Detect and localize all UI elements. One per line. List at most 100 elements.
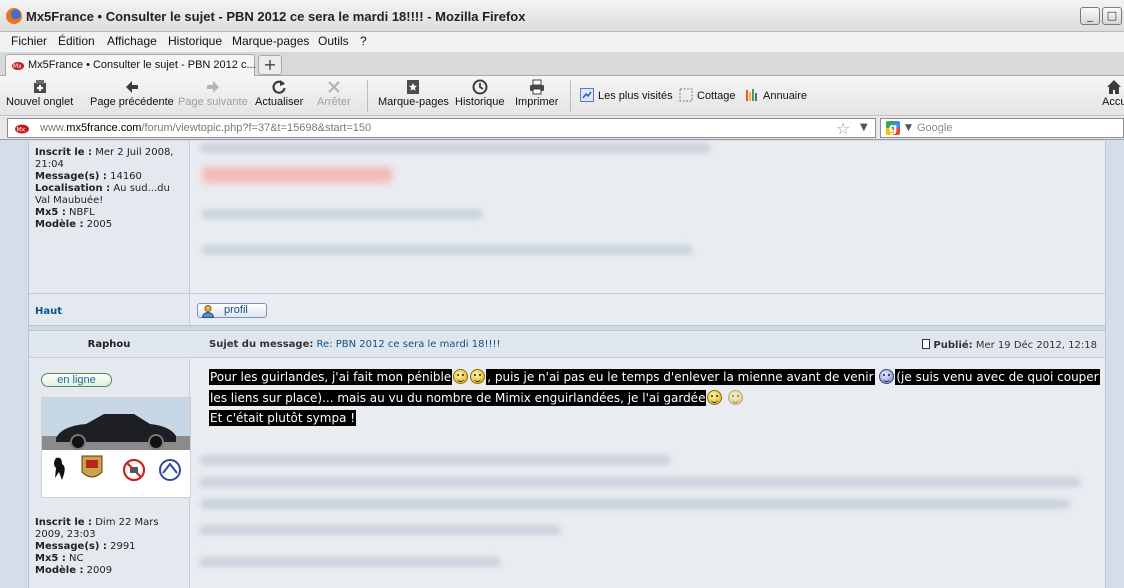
bookmark-label: Les plus visités [598, 90, 673, 102]
profile-button[interactable]: profil [197, 303, 267, 318]
address-row: Mx www.mx5france.com/forum/viewtopic.php… [0, 116, 1124, 140]
page-content: Inscrit le : Mer 2 Juil 2008, 21:04 Mess… [0, 141, 1124, 588]
blurred-quote-line [200, 455, 670, 465]
post2-user-info: Inscrit le : Dim 22 Mars 2009, 23:03 Mes… [35, 517, 159, 576]
message-text: Et c'était plutôt sympa ! [209, 410, 357, 426]
search-placeholder: Google [917, 122, 953, 134]
smiley-icon [453, 369, 469, 384]
new-tab-icon [31, 79, 49, 95]
maximize-button[interactable]: □ [1102, 7, 1122, 25]
most-visited-icon [580, 88, 594, 102]
url-text: www.mx5france.com/forum/viewtopic.php?f=… [40, 122, 372, 134]
home-button[interactable]: Accu [1102, 79, 1124, 108]
google-icon[interactable]: g [886, 121, 900, 135]
post2-header: Raphou Sujet du message: Re: PBN 2012 ce… [29, 332, 1105, 358]
printer-icon [528, 79, 546, 95]
post-published: Publié: Mer 19 Déc 2012, 12:18 [922, 339, 1097, 351]
post-subject-link[interactable]: Re: PBN 2012 ce sera le mardi 18!!!! [317, 339, 501, 350]
blurred-signature-line [200, 143, 710, 153]
post1-body-column [189, 141, 1105, 293]
message-text: Pour les guirlandes, j'ai fait mon pénib… [209, 369, 453, 385]
mx5-favicon-icon: Mx [12, 62, 24, 70]
tab-active[interactable]: Mx Mx5France • Consulter le sujet - PBN … [5, 54, 256, 76]
back-label: Page précédente [90, 96, 174, 108]
search-engine-dropdown-icon[interactable]: ▼ [905, 123, 912, 133]
bookmark-most-visited[interactable]: Les plus visités [580, 88, 673, 102]
bookmarks-button[interactable]: Marque-pages [378, 79, 449, 108]
window-title: Mx5France • Consulter le sujet - PBN 201… [26, 9, 526, 24]
smiley-icon [728, 389, 744, 405]
forward-arrow-icon [204, 79, 222, 95]
smiley-icon [879, 369, 895, 384]
minimize-button[interactable]: _ [1080, 7, 1100, 25]
home-label: Accu [1102, 96, 1124, 108]
post-subject: Sujet du message: Re: PBN 2012 ce sera l… [209, 339, 501, 350]
reload-button[interactable]: Actualiser [255, 79, 303, 108]
message-text: les liens sur place)... mais au vu du no… [209, 389, 707, 406]
svg-text:Mx: Mx [13, 63, 22, 70]
home-icon [1105, 79, 1123, 95]
history-button[interactable]: Historique [455, 79, 505, 108]
history-label: Historique [455, 96, 505, 108]
site-favicon-icon: Mx [15, 124, 29, 134]
bookmark-annuaire[interactable]: Annuaire [745, 88, 807, 102]
menu-edition[interactable]: Édition [58, 34, 95, 48]
blurred-red-text [202, 167, 392, 183]
alpine-logo-icon [159, 459, 181, 481]
annuaire-icon [746, 89, 757, 101]
firefox-icon [6, 8, 22, 24]
toolbar-separator [367, 80, 368, 112]
message-text: (je suis venu avec de quoi couper [895, 369, 1100, 385]
menu-historique[interactable]: Historique [168, 34, 222, 48]
bookmark-cottage[interactable]: Cottage [679, 88, 736, 102]
bookmark-label: Cottage [697, 90, 736, 102]
bookmark-star-icon[interactable]: ☆ [836, 119, 850, 138]
porsche-crest-icon [81, 455, 103, 478]
smiley-icon [470, 369, 486, 384]
post1-user-info: Inscrit le : Mer 2 Juil 2008, 21:04 Mess… [35, 147, 174, 230]
svg-text:Mx: Mx [17, 127, 26, 134]
toolbar-separator [570, 80, 571, 112]
url-bar[interactable]: Mx www.mx5france.com/forum/viewtopic.php… [7, 118, 876, 138]
url-dropdown-icon[interactable]: ▼ [860, 122, 868, 133]
window-titlebar: Mx5France • Consulter le sujet - PBN 201… [0, 0, 1124, 32]
new-tab-plus-button[interactable]: + [258, 55, 282, 75]
blurred-quote-line [200, 499, 1070, 509]
post-document-icon[interactable] [922, 339, 931, 349]
new-tab-button[interactable]: Nouvel onglet [6, 79, 73, 108]
bookmark-label: Annuaire [763, 90, 808, 102]
print-button[interactable]: Imprimer [515, 79, 558, 108]
bookmarks-label: Marque-pages [378, 96, 449, 108]
blurred-text-line [202, 245, 692, 255]
blurred-text-line [202, 209, 482, 219]
post-message: Pour les guirlandes, j'ai fait mon pénib… [209, 367, 1100, 429]
menu-help[interactable]: ? [360, 34, 367, 48]
forward-label: Page suivante [178, 96, 248, 108]
back-button[interactable]: Page précédente [90, 79, 174, 108]
forward-button[interactable]: Page suivante [178, 79, 248, 108]
post1-profile-column: Inscrit le : Mer 2 Juil 2008, 21:04 Mess… [29, 141, 189, 293]
post1-footer-left: Haut [29, 293, 189, 325]
menu-fichier[interactable]: Fichier [11, 34, 47, 48]
reload-label: Actualiser [255, 96, 304, 108]
navigation-toolbar: Nouvel onglet Page précédente Page suiva… [0, 76, 1124, 116]
menu-outils[interactable]: Outils [318, 34, 349, 48]
search-bar[interactable]: g ▼ Google [880, 118, 1124, 138]
bookmarks-icon [404, 79, 422, 95]
post1-footer-right [189, 293, 1105, 325]
stop-icon [325, 79, 343, 95]
stop-button[interactable]: Arrêter [317, 79, 351, 108]
user-profile-icon [201, 305, 215, 318]
top-link[interactable]: Haut [35, 306, 62, 317]
reload-icon [270, 79, 288, 95]
smiley-icon [707, 389, 723, 405]
user-avatar [41, 397, 191, 498]
tab-bar: Mx Mx5France • Consulter le sujet - PBN … [0, 52, 1124, 76]
post-author[interactable]: Raphou [29, 339, 189, 350]
online-badge: en ligne [41, 373, 112, 387]
profile-label: profil [224, 304, 248, 316]
back-arrow-icon [123, 79, 141, 95]
menu-marque-pages[interactable]: Marque-pages [232, 34, 309, 48]
dashed-page-icon [679, 88, 693, 102]
menu-affichage[interactable]: Affichage [107, 34, 157, 48]
